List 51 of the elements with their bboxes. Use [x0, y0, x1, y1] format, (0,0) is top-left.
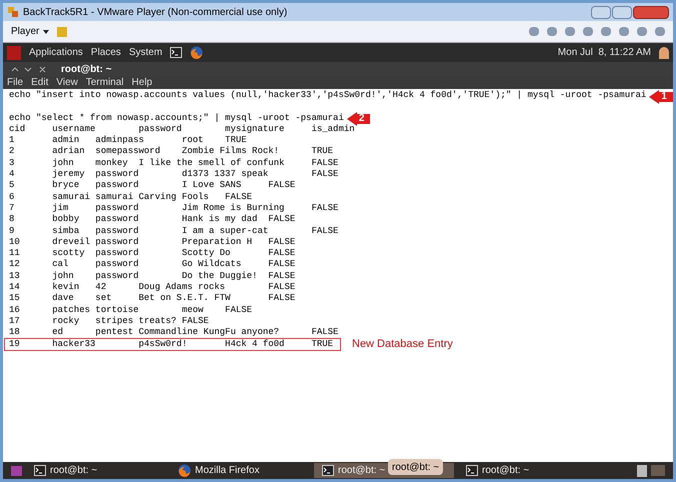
terminal-line: 10 dreveil password Preparation H FALSE [9, 236, 296, 248]
minimize-button[interactable] [591, 6, 611, 18]
terminal-line: 13 john password Do the Duggie! FALSE [9, 270, 296, 282]
taskbar-item[interactable]: root@bt: ~ [458, 463, 598, 478]
taskbar-item[interactable]: Mozilla Firefox [170, 463, 310, 478]
terminal-line: 3 john monkey I like the smell of confunk FALSE [9, 158, 338, 170]
terminal-title: root@bt: ~ [61, 62, 112, 76]
annotation-text: New Database Entry [352, 338, 453, 350]
window-title: BackTrack5R1 - VMware Player (Non-commercial use only) [23, 6, 288, 20]
terminal-line: echo "select * from nowasp.accounts;" | mysql -uroot -psamurai [9, 112, 344, 124]
terminal-line: 12 cal password Go Wildcats FALSE [9, 259, 296, 271]
panel-clock[interactable]: Mon Jul 8, 11:22 AM [558, 45, 651, 60]
terminal-line: 8 bobby password Hank is my dad FALSE [9, 214, 296, 226]
terminal-line: 18 ed pentest Commandline KungFu anyone? FALSE [9, 327, 338, 339]
dropdown-caret-icon [43, 30, 50, 34]
terminal-icon [322, 465, 334, 476]
tooltip: root@bt: ~ [388, 459, 444, 475]
terminal-line: 6 samurai samurai Carving Fools FALSE [9, 192, 252, 203]
terminal-icon [170, 47, 182, 58]
menu-item[interactable]: Terminal [86, 75, 124, 90]
taskbar-item[interactable]: root@bt: ~ [26, 463, 166, 478]
player-menu[interactable]: Player [11, 24, 50, 39]
terminal-line: 4 jeremy password d1373 1337 speak FALSE [9, 169, 338, 180]
terminal-line: 15 dave set Bet on S.E.T. FTW FALSE [9, 293, 296, 305]
terminal-line: 19 hacker33 p4sSw0rd! H4ck 4 fo0d TRUE [5, 338, 340, 350]
terminal-line: 5 bryce password I Love SANS FALSE [9, 180, 296, 192]
terminal-line: 17 rocky stripes treats? FALSE [9, 316, 209, 328]
menu-item[interactable]: File [7, 75, 24, 90]
panel-menu[interactable]: Places [90, 45, 121, 60]
menu-item[interactable]: Edit [31, 75, 48, 90]
terminal-line: echo "insert into nowasp.accounts values (null,'hacker33','p4sSw0rd!','H4ck 4 fo0d','TRUE');" | mysql -uroot -psamurai [9, 90, 646, 102]
browser-icon [190, 46, 204, 59]
app-icon [7, 6, 19, 18]
maximize-button[interactable] [612, 6, 632, 18]
terminal-line: 2 adrian somepassword Zombie Films Rock! TRUE [9, 146, 334, 158]
menu-item[interactable]: Help [132, 75, 152, 90]
panel-menu[interactable]: System [128, 45, 162, 60]
browser-icon [178, 464, 191, 477]
menu-item[interactable]: View [56, 75, 78, 90]
terminal-line: 7 jim password Jim Rome is Burning FALSE [9, 202, 338, 214]
terminal-line: cid username password mysignature is_admin [9, 124, 355, 136]
terminal-line: 9 simba password I am a super-cat FALSE [9, 226, 338, 237]
show-desktop-icon[interactable] [11, 466, 22, 476]
terminal-line: 11 scotty password Scotty Do FALSE [9, 248, 296, 260]
panel-menu[interactable]: Applications [29, 45, 83, 60]
terminal-icon [466, 465, 478, 476]
terminal-line: 16 patches tortoise meow FALSE [9, 304, 252, 316]
close-button[interactable] [633, 6, 669, 18]
terminal-icon [34, 465, 46, 476]
terminal-line: 14 kevin 42 Doug Adams rocks FALSE [9, 282, 296, 294]
terminal-line: 1 admin adminpass root TRUE [9, 135, 247, 146]
